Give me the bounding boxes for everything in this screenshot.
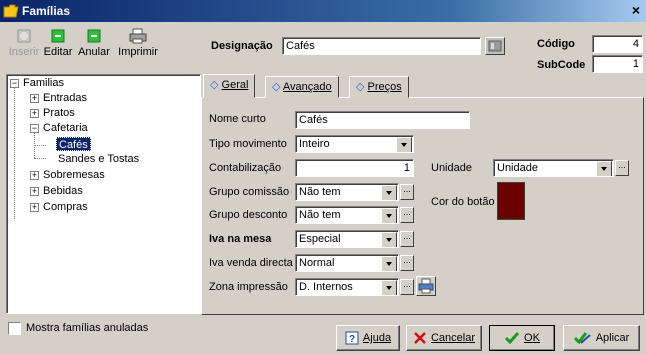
tab-icon: ◇ [210,79,222,91]
tipo-movimento-label: Tipo movimento [209,138,287,150]
flag-icon [488,40,502,52]
expand-icon[interactable]: + [30,171,39,180]
tree-item-cafes[interactable]: Cafés [56,137,91,151]
iva-mesa-ellipsis-button[interactable]: ... [400,231,414,247]
grupo-desconto-label: Grupo desconto [209,209,288,221]
designacao-field[interactable]: Cafés [282,37,481,55]
window-title: Famílias [22,4,71,18]
contabilizacao-field[interactable]: 1 [295,159,414,177]
cancel-toolbar-label: Anular [78,46,110,58]
tree-item-familias[interactable]: Familias [23,76,64,90]
designacao-label: Designação [211,40,273,52]
tree-item-bebidas[interactable]: Bebidas [43,184,83,198]
tree-item-cafetaria[interactable]: Cafetaria [43,121,88,135]
cancel-button[interactable]: Cancelar [406,325,482,351]
codigo-field[interactable]: 4 [592,35,643,53]
codigo-label: Código [537,38,575,50]
tree-item-pratos[interactable]: Pratos [43,106,75,120]
chevron-down-icon[interactable] [381,208,397,223]
close-icon[interactable]: × [629,3,643,17]
unidade-ellipsis-button[interactable]: ... [615,160,629,176]
tab-icon: ◇ [356,81,368,93]
title-bar: Famílias × [0,0,646,22]
chevron-down-icon[interactable] [381,256,397,271]
button-color-swatch[interactable] [497,182,525,220]
expand-icon[interactable]: + [30,109,39,118]
iva-venda-ellipsis-button[interactable]: ... [400,255,414,271]
chevron-down-icon[interactable] [381,185,397,200]
subcode-label: SubCode [537,59,586,71]
folder-icon [3,4,19,18]
expand-icon[interactable]: + [30,187,39,196]
collapse-icon[interactable]: − [30,124,39,133]
tree-line [34,158,46,159]
grupo-desconto-ellipsis-button[interactable]: ... [400,207,414,223]
chevron-down-icon[interactable] [396,137,412,152]
tab-precos[interactable]: ◇ Preços [349,76,409,98]
tree-item-sandes-tostas[interactable]: Sandes e Tostas [58,152,139,166]
chevron-down-icon[interactable] [381,280,397,295]
tree-item-compras[interactable]: Compras [43,200,88,214]
edit-label: Editar [43,46,73,58]
nome-curto-label: Nome curto [209,113,266,125]
expand-icon[interactable]: + [30,94,39,103]
show-cancelled-label: Mostra famílias anuladas [26,322,149,334]
apply-check-icon [573,332,591,345]
iva-mesa-label: Iva na mesa [209,233,272,245]
cancel-x-icon [414,332,426,344]
grupo-comissao-label: Grupo comissão [209,186,290,198]
family-tree[interactable]: − Familias + Entradas + Pratos − Cafetar… [6,74,201,314]
help-icon: ? [345,331,359,345]
tipo-movimento-select[interactable]: Inteiro [295,135,414,153]
check-icon [504,332,520,345]
show-cancelled-checkbox[interactable] [8,322,21,335]
tree-item-sobremesas[interactable]: Sobremesas [43,168,105,182]
insert-icon [17,29,31,43]
iva-mesa-select[interactable]: Especial [295,230,399,248]
iva-venda-select[interactable]: Normal [295,254,399,272]
grupo-comissao-select[interactable]: Não tem [295,183,399,201]
contabilizacao-label: Contabilização [209,162,282,174]
grupo-desconto-select[interactable]: Não tem [295,206,399,224]
edit-button[interactable]: Editar [40,28,76,68]
collapse-icon[interactable]: − [10,79,19,88]
chevron-down-icon[interactable] [596,161,612,176]
print-label: Imprimir [118,46,158,58]
tab-geral[interactable]: ◇ Geral [203,74,256,98]
unidade-select[interactable]: Unidade [493,159,614,177]
tree-item-entradas[interactable]: Entradas [43,91,87,105]
zona-impressao-label: Zona impressão [209,281,288,293]
tab-avancado[interactable]: ◇ Avançado [265,76,339,98]
cor-botao-label: Cor do botão [431,196,495,208]
unidade-label: Unidade [431,162,472,174]
nome-curto-field[interactable]: Cafés [295,111,470,129]
expand-icon[interactable]: + [30,203,39,212]
insert-label: Inserir [8,46,40,58]
grupo-comissao-ellipsis-button[interactable]: ... [400,184,414,200]
zona-impressao-ellipsis-button[interactable]: ... [400,279,414,295]
insert-button[interactable]: Inserir [6,28,42,68]
tree-line [34,145,46,146]
cancel-icon [87,29,101,43]
zona-impressao-select[interactable]: D. Internos [295,278,399,296]
cancel-toolbar-button[interactable]: Anular [76,28,112,68]
help-button[interactable]: ? Ajuda [336,325,400,351]
printer-icon [418,278,434,294]
subcode-field[interactable]: 1 [592,55,643,73]
edit-icon [51,29,65,43]
svg-text:?: ? [349,334,355,345]
printer-config-button[interactable] [416,276,436,296]
tab-icon: ◇ [272,81,283,93]
translate-button[interactable] [485,37,505,55]
apply-button[interactable]: Aplicar [563,325,640,351]
tree-line [14,85,15,219]
chevron-down-icon[interactable] [381,232,397,247]
ok-button[interactable]: OK [489,325,555,351]
printer-icon [129,28,147,44]
print-button[interactable]: Imprimir [114,28,162,68]
iva-venda-label: Iva venda directa [209,257,293,269]
